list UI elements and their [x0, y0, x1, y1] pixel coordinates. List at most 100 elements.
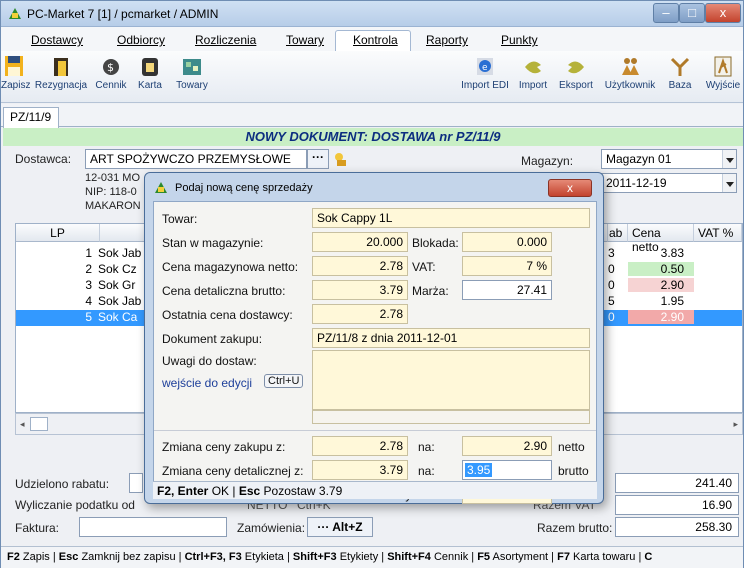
scroll-left-icon[interactable]: ◂: [20, 419, 25, 430]
supplier-field[interactable]: ART SPOŻYWCZO PRZEMYSŁOWE: [85, 149, 307, 169]
column-header-vat[interactable]: VAT %: [694, 224, 742, 242]
column-header-ab[interactable]: ab: [608, 224, 628, 242]
import-icon: [525, 61, 541, 74]
tab-document[interactable]: PZ/11/9: [3, 107, 59, 128]
menu-odbiorcy[interactable]: Odbiorcy: [117, 33, 165, 47]
date-value: 2011-12-19: [606, 176, 667, 190]
invoice-field[interactable]: [79, 517, 227, 537]
user-button[interactable]: Użytkownik: [601, 55, 659, 91]
exit-button[interactable]: Wyjście: [703, 55, 743, 91]
scroll-right-icon[interactable]: ▸: [733, 419, 738, 430]
retail-to-input[interactable]: 3.95: [462, 460, 552, 480]
invoice-label: Faktura:: [15, 521, 60, 535]
retail-price-label: Cena detaliczna brutto:: [162, 284, 286, 298]
import-edi-label: Import EDI: [461, 80, 509, 91]
chevron-down-icon[interactable]: [722, 150, 736, 168]
document-tabs: PZ/11/9: [1, 104, 743, 128]
edit-link[interactable]: wejście do edycji: [162, 376, 252, 390]
row-ab: 0: [608, 262, 615, 276]
purchase-from-field: 2.78: [312, 436, 408, 456]
title-bar: PC-Market 7 [1] / pcmarket / ADMIN – □ x: [1, 1, 743, 27]
row-name: Sok Ca: [98, 310, 138, 324]
card-button[interactable]: Karta: [133, 55, 167, 91]
vat-label: VAT:: [412, 260, 436, 274]
date-field[interactable]: 2011-12-19: [601, 173, 737, 193]
towar-label: Towar:: [162, 212, 198, 226]
orders-button[interactable]: ··· Alt+Z: [307, 517, 373, 537]
towar-field[interactable]: Sok Cappy 1L: [312, 208, 590, 228]
vat-field: 7 %: [462, 256, 552, 276]
exit-label: Wyjście: [705, 80, 741, 91]
price-list-label: Cennik: [95, 80, 127, 91]
save-button[interactable]: Zapisz: [1, 55, 30, 91]
status-key: C: [644, 551, 653, 563]
dialog-divider: [154, 430, 596, 431]
goods-button[interactable]: Towary: [169, 55, 215, 91]
warehouse-price-field: 2.78: [312, 256, 408, 276]
supplier-card-icon[interactable]: [333, 151, 349, 167]
chevron-down-icon[interactable]: [722, 174, 736, 192]
row-price: 3.83: [660, 246, 684, 260]
close-button[interactable]: x: [705, 3, 741, 23]
price-list-icon: $: [103, 59, 119, 75]
delivery-notes-label: Uwagi do dostaw:: [162, 354, 257, 368]
lock-field: 0.000: [462, 232, 552, 252]
status-key: Shift+F3: [292, 551, 337, 563]
esc-key[interactable]: Esc: [239, 484, 260, 498]
column-header-price[interactable]: Cena netto: [628, 224, 694, 254]
import-edi-icon: e: [477, 58, 493, 75]
menu-kontrola[interactable]: Kontrola: [353, 33, 398, 47]
edit-shortcut-button[interactable]: Ctrl+U: [264, 374, 304, 388]
exit-icon: [714, 56, 732, 77]
row-lp: 1: [85, 246, 92, 260]
orders-label: Zamówienia:: [237, 521, 306, 535]
discount-field[interactable]: [129, 473, 143, 493]
status-key: F5: [477, 551, 491, 563]
menu-rozliczenia[interactable]: Rozliczenia: [195, 33, 256, 47]
maximize-button[interactable]: □: [679, 3, 705, 23]
cancel-button[interactable]: Rezygnacja: [33, 55, 89, 91]
supplier-label: Dostawca:: [15, 152, 72, 166]
row-lp: 3: [85, 278, 92, 292]
status-bar: F2 Zapis | Esc Zamknij bez zapisu | Ctrl…: [1, 546, 743, 568]
purchase-document-label: Dokument zakupu:: [162, 332, 263, 346]
row-price: 0.50: [628, 262, 694, 276]
row-ab: 0: [608, 278, 615, 292]
menu-punkty[interactable]: Punkty: [501, 33, 538, 47]
warehouse-select[interactable]: Magazyn 01: [601, 149, 737, 169]
menu-raporty[interactable]: Raporty: [426, 33, 468, 47]
stock-field: 20.000: [312, 232, 408, 252]
import-label: Import: [518, 80, 548, 91]
import-edi-button[interactable]: e Import EDI: [457, 55, 513, 91]
status-text: Karta towaru: [573, 551, 636, 563]
scroll-thumb[interactable]: [30, 417, 48, 431]
app-logo-icon: [9, 8, 21, 19]
dialog-body: Towar: Sok Cappy 1L Stan w magazynie: 20…: [153, 201, 597, 504]
discount-label: Udzielono rabatu:: [15, 477, 110, 491]
minimize-button[interactable]: –: [653, 3, 679, 23]
delivery-notes-textarea[interactable]: [312, 350, 590, 410]
status-key: Shift+F4: [387, 551, 431, 563]
row-name: Sok Gr: [98, 278, 136, 292]
floppy-icon: [5, 56, 23, 76]
price-list-button[interactable]: $ Cennik: [93, 55, 129, 91]
purchase-to-field[interactable]: 2.90: [462, 436, 552, 456]
margin-field[interactable]: 27.41: [462, 280, 552, 300]
supplier-lookup-button[interactable]: ···: [307, 149, 329, 169]
ok-key[interactable]: F2, Enter: [157, 484, 208, 498]
status-text: Asortyment: [492, 551, 549, 563]
menu-dostawcy[interactable]: Dostawcy: [31, 33, 83, 47]
row-price: 2.90: [628, 310, 694, 324]
svg-text:e: e: [482, 63, 488, 73]
import-button[interactable]: Import: [515, 55, 551, 91]
column-header-lp[interactable]: LP: [16, 224, 100, 242]
dialog-shortcut-bar: F2, Enter OK | Esc Pozostaw 3.79: [153, 481, 597, 499]
row-ab: 5: [608, 294, 615, 308]
export-button[interactable]: Eksport: [553, 55, 599, 91]
status-text: Etykiety: [339, 551, 379, 563]
database-button[interactable]: Baza: [665, 55, 695, 91]
menu-towary[interactable]: Towary: [286, 33, 324, 47]
dialog-close-button[interactable]: x: [548, 179, 592, 197]
notes-horizontal-scrollbar[interactable]: [312, 410, 590, 424]
purchase-document-field: PZ/11/8 z dnia 2011-12-01: [312, 328, 590, 348]
